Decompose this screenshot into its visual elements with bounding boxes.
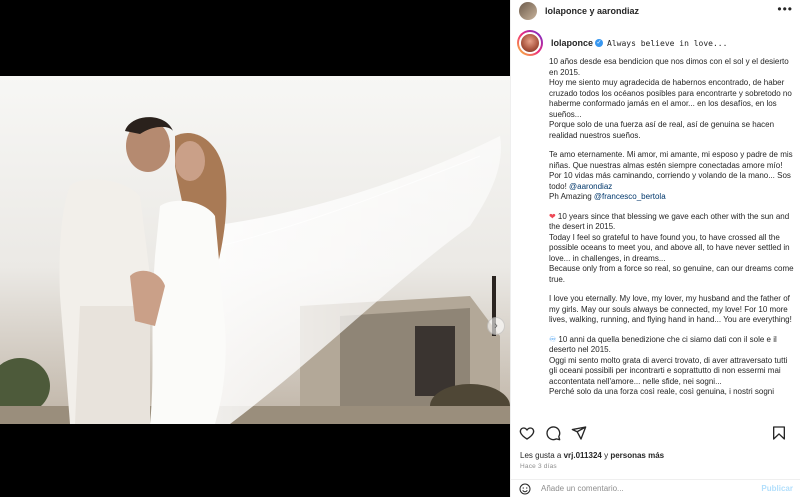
story-ring[interactable] xyxy=(517,30,543,56)
wedding-couple-image xyxy=(0,76,510,424)
caption-it-p1: ♾ 10 anni da quella benedizione che ci s… xyxy=(549,335,794,398)
bookmark-icon[interactable] xyxy=(771,425,787,441)
likes-others-link[interactable]: personas más xyxy=(610,451,664,460)
comment-input[interactable] xyxy=(541,484,741,493)
caption-it-text: 10 anni da quella benedizione che ci sia… xyxy=(549,334,788,397)
post-details-panel: lolaponce y aarondiaz ••• lolaponce ✓ Al… xyxy=(510,0,800,497)
mention-photographer[interactable]: @francesco_bertola xyxy=(594,192,666,201)
caption-header: lolaponce ✓ Always believe in love... xyxy=(517,30,727,56)
publish-button[interactable]: Publicar xyxy=(761,484,793,493)
heart-icon[interactable] xyxy=(519,425,535,441)
post-photo[interactable]: › xyxy=(0,76,510,424)
share-icon[interactable] xyxy=(571,425,587,441)
likes-summary: Les gusta a vrj.011324 y personas más xyxy=(520,451,664,460)
action-bar xyxy=(519,425,797,441)
post-timestamp[interactable]: Hace 3 días xyxy=(520,463,557,470)
emoji-icon[interactable] xyxy=(519,483,531,495)
caption-en-text: 10 years since that blessing we gave eac… xyxy=(549,211,794,284)
author-avatar[interactable] xyxy=(519,2,537,20)
verified-badge-icon: ✓ xyxy=(595,39,604,47)
caption-username[interactable]: lolaponce xyxy=(551,38,593,48)
caption-tagline: Always believe in love... xyxy=(607,38,728,48)
post-media: › xyxy=(0,0,510,497)
post-authors[interactable]: lolaponce y aarondiaz xyxy=(545,6,639,16)
heart-emoji-icon: ❤ xyxy=(549,211,556,221)
post-header: lolaponce y aarondiaz ••• xyxy=(511,0,800,22)
comment-bar: Publicar xyxy=(511,479,800,497)
likes-prefix: Les gusta a xyxy=(520,451,564,460)
caption-es-p2: Te amo eternamente. Mi amor, mi amante, … xyxy=(549,150,794,203)
carousel-next-button[interactable]: › xyxy=(487,317,505,335)
mention-aarondiaz[interactable]: @aarondiaz xyxy=(569,182,612,191)
caption-en-p2: I love you eternally. My love, my lover,… xyxy=(549,294,792,324)
caption-es-ph: Ph Amazing xyxy=(549,192,592,201)
comment-icon[interactable] xyxy=(545,425,561,441)
caption-avatar xyxy=(519,32,541,54)
caption-es-p1: 10 años desde esa bendicion que nos dimo… xyxy=(549,57,792,140)
likes-user-link[interactable]: vrj.011324 xyxy=(564,451,602,460)
chevron-right-icon: › xyxy=(494,320,498,332)
caption-en-p1: ❤ 10 years since that blessing we gave e… xyxy=(549,212,794,286)
caption-text: 10 años desde esa bendicion que nos dimo… xyxy=(549,57,794,417)
more-options-icon[interactable]: ••• xyxy=(777,2,793,16)
